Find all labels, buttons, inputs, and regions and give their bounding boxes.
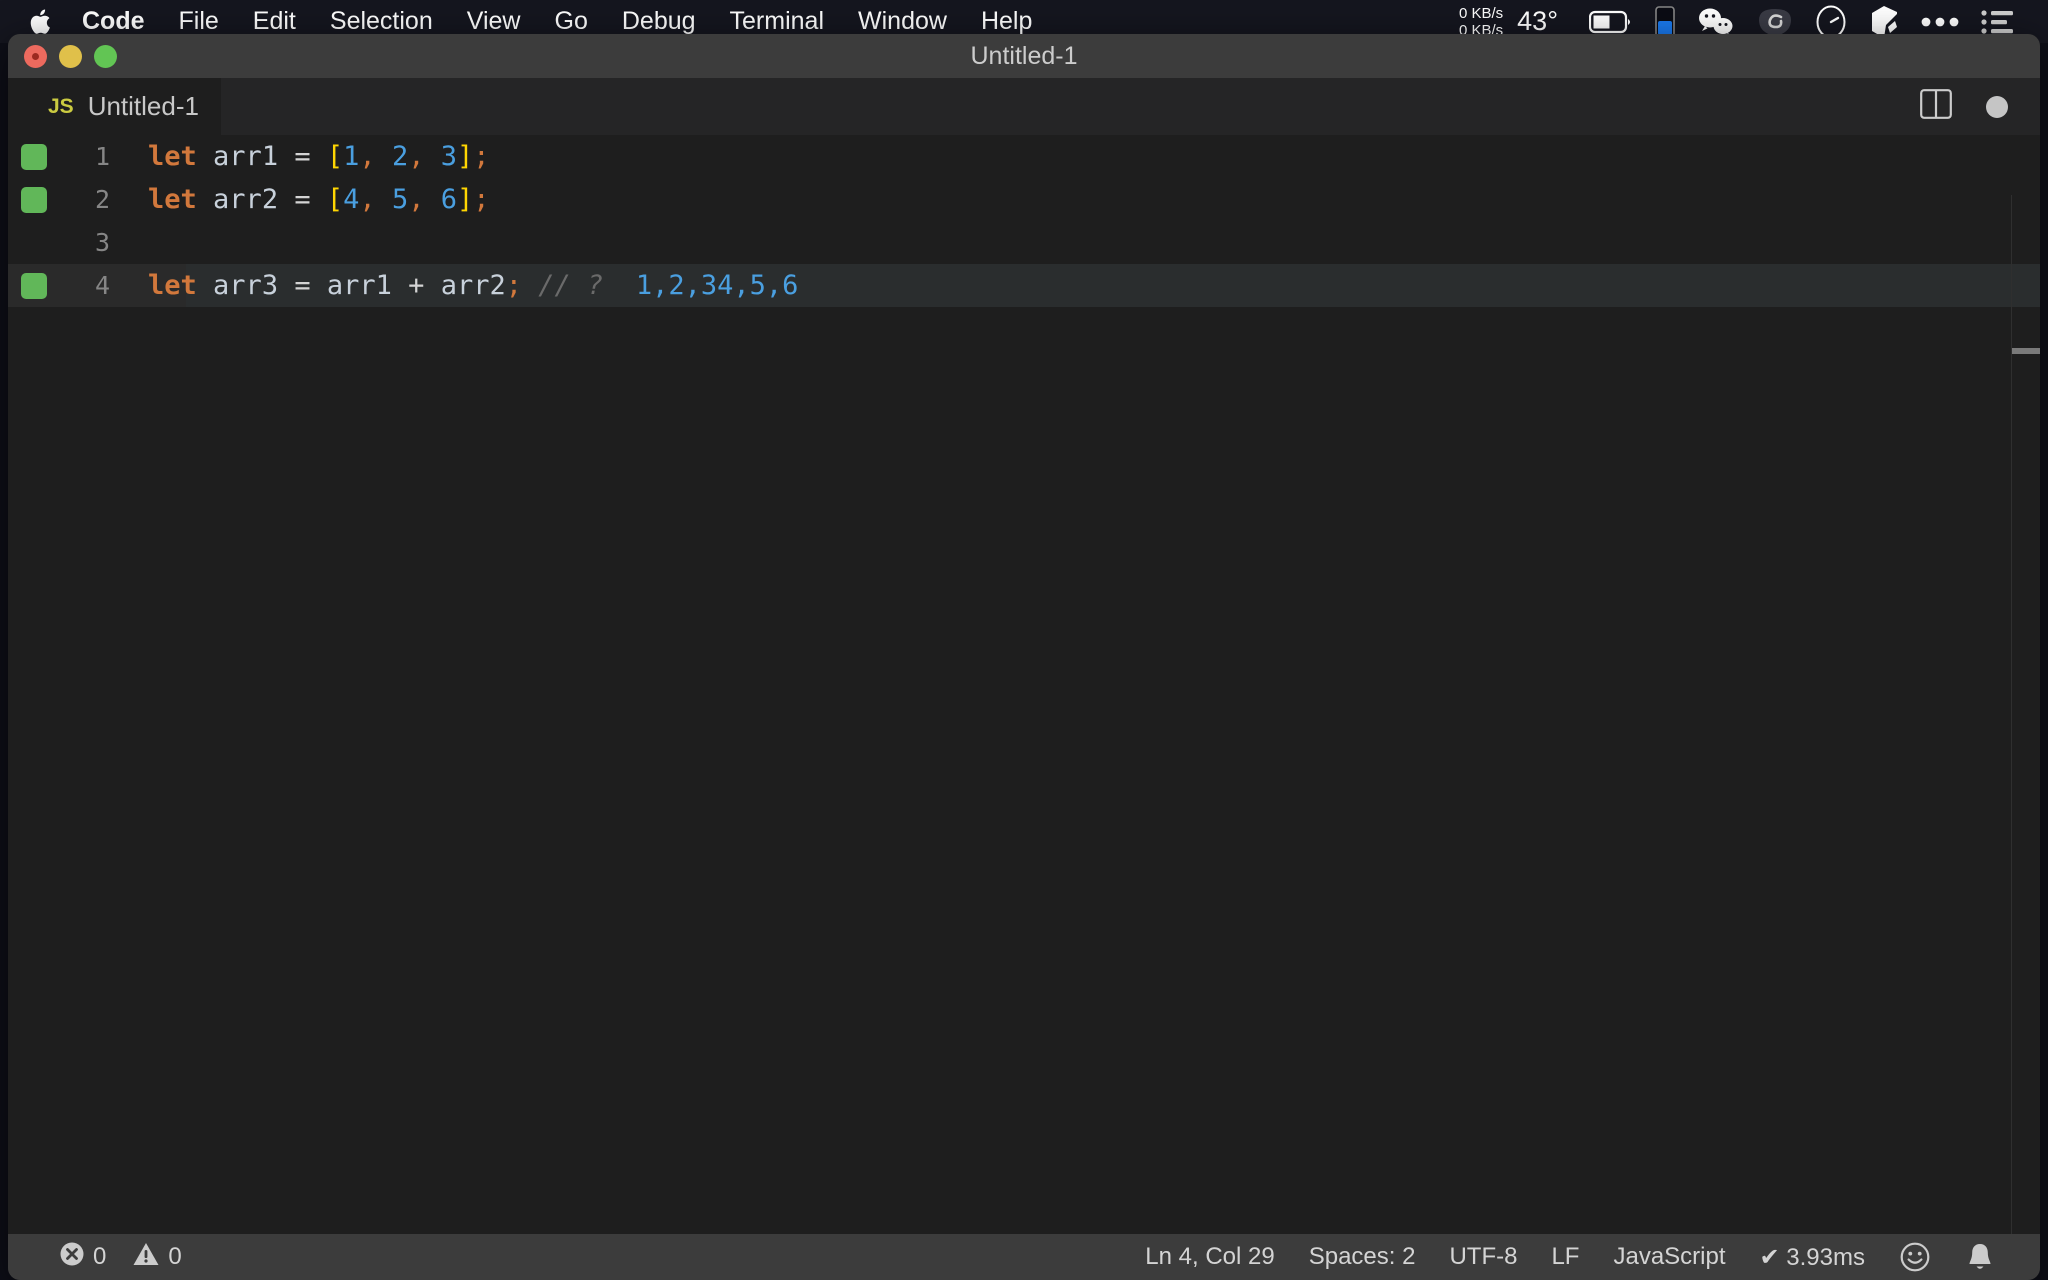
line-number: 4: [94, 271, 110, 300]
cursor-position[interactable]: Ln 4, Col 29: [1128, 1243, 1291, 1271]
vscode-window: Untitled-1 JS Untitled-1 1 let arr1 = [1,…: [8, 34, 2040, 1280]
editor-tabbar: JS Untitled-1: [8, 78, 2040, 135]
quokka-execution-marker: [21, 187, 47, 213]
quokka-execution-time[interactable]: ✔ 3.93ms: [1743, 1243, 1882, 1272]
close-button[interactable]: [24, 44, 47, 68]
code-lines: 1 let arr1 = [1, 2, 3]; 2 let arr2 = [4, 5,…: [8, 135, 2040, 307]
line-number: 3: [94, 228, 110, 257]
code-line-2[interactable]: 2 let arr2 = [4, 5, 6];: [8, 178, 2040, 221]
apple-logo-icon[interactable]: [26, 7, 52, 37]
network-upload-speed: 0 KB/s: [1458, 4, 1504, 22]
line-content: let arr1 = [1, 2, 3];: [148, 141, 490, 172]
javascript-file-icon: JS: [48, 94, 74, 118]
warning-count: 0: [168, 1243, 182, 1270]
bell-icon[interactable]: [1948, 1242, 2012, 1272]
status-bar: 0 0 Ln 4, Col 29 Spaces: 2 UTF-8 LF Java…: [8, 1234, 2040, 1280]
scroll-marker: [2012, 348, 2040, 354]
temperature-indicator[interactable]: 43°: [1517, 6, 1558, 37]
maximize-button[interactable]: [94, 44, 117, 68]
problems-indicator[interactable]: 0 0: [42, 1241, 199, 1274]
line-number: 1: [94, 142, 110, 171]
encoding-setting[interactable]: UTF-8: [1432, 1243, 1534, 1271]
code-line-3[interactable]: 3: [8, 221, 2040, 264]
unsaved-changes-indicator[interactable]: [1986, 95, 2008, 118]
quokka-execution-marker: [21, 144, 47, 170]
code-line-4[interactable]: 4 let arr3 = arr1 + arr2; // ? 1,2,34,5,6: [8, 264, 2040, 307]
status-bar-left: 0 0: [8, 1241, 199, 1274]
split-editor-icon[interactable]: [1920, 89, 1952, 124]
error-count: 0: [93, 1243, 107, 1270]
traffic-lights: [24, 44, 117, 68]
minimize-button[interactable]: [59, 44, 82, 68]
editor-actions: [1920, 89, 2040, 124]
status-bar-right: Ln 4, Col 29 Spaces: 2 UTF-8 LF JavaScri…: [1128, 1242, 2040, 1272]
code-line-1[interactable]: 1 let arr1 = [1, 2, 3];: [8, 135, 2040, 178]
error-icon: [59, 1241, 85, 1274]
window-titlebar: Untitled-1: [8, 34, 2040, 78]
tab-untitled-1[interactable]: JS Untitled-1: [8, 78, 221, 135]
indentation-setting[interactable]: Spaces: 2: [1292, 1243, 1433, 1271]
eol-setting[interactable]: LF: [1534, 1243, 1596, 1271]
warning-icon: [132, 1241, 160, 1274]
smiley-icon[interactable]: [1882, 1242, 1948, 1272]
language-mode[interactable]: JavaScript: [1596, 1243, 1742, 1271]
quokka-execution-marker: [21, 273, 47, 299]
line-content: let arr3 = arr1 + arr2; // ? 1,2,34,5,6: [148, 270, 799, 301]
line-content: let arr2 = [4, 5, 6];: [148, 184, 490, 215]
code-editor[interactable]: 1 let arr1 = [1, 2, 3]; 2 let arr2 = [4, 5,…: [8, 135, 2040, 1234]
window-title: Untitled-1: [970, 41, 1078, 70]
line-number: 2: [94, 185, 110, 214]
tab-label: Untitled-1: [87, 91, 199, 121]
scrollbar-overview[interactable]: [2012, 135, 2040, 1234]
